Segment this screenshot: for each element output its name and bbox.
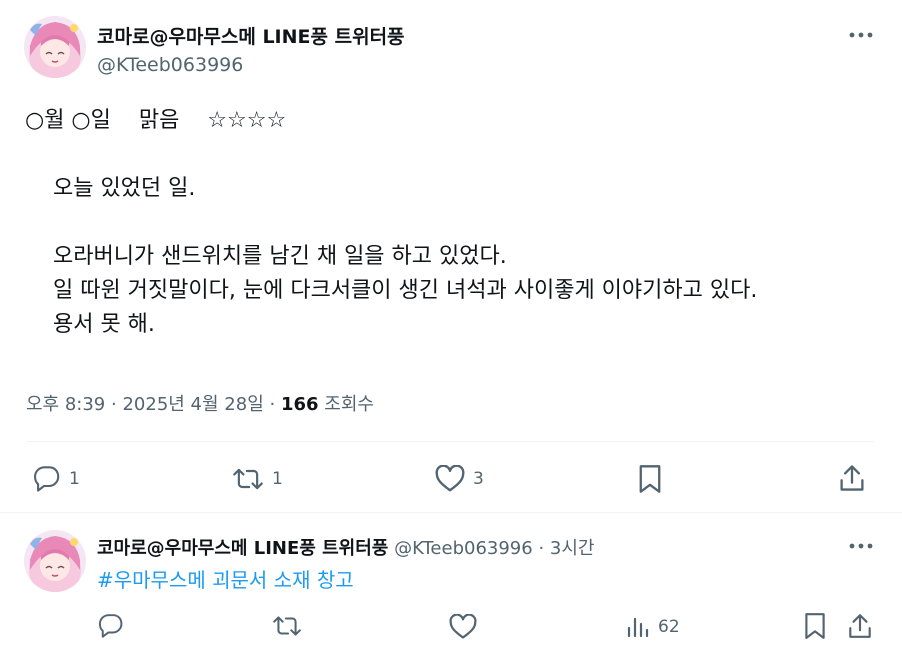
reply-button[interactable] <box>98 613 124 639</box>
reply-age[interactable]: 3시간 <box>550 538 595 559</box>
tweet-meta: 오후 8:39 · 2025년 4월 28일 · 166 조회수 <box>26 390 374 416</box>
views-icon <box>627 617 649 638</box>
reply-count: 1 <box>69 469 80 489</box>
meta-separator: · <box>111 394 117 415</box>
reply-button[interactable]: 1 <box>33 465 80 493</box>
bookmark-icon <box>805 613 825 639</box>
more-button[interactable] <box>846 536 876 556</box>
like-button[interactable] <box>449 614 477 640</box>
author-name[interactable]: 코마로@우마무스메 LINE풍 트위터풍 <box>97 538 388 559</box>
retweet-button[interactable]: 1 <box>232 465 283 493</box>
avatar-image <box>24 16 86 78</box>
retweet-icon <box>273 616 301 636</box>
retweet-button[interactable] <box>272 613 302 639</box>
bookmark-button[interactable] <box>638 464 662 494</box>
retweet-count: 1 <box>272 469 283 489</box>
meta-separator: · <box>538 538 545 559</box>
tweet-text: ○월 ○일 맑음 ☆☆☆☆ 오늘 있었던 일. 오라버니가 샌드위치를 남긴 채… <box>25 108 758 337</box>
retweet-icon <box>233 468 263 490</box>
views-count: 62 <box>658 617 680 637</box>
views-button[interactable]: 62 <box>626 615 680 639</box>
share-button[interactable] <box>847 612 873 640</box>
avatar[interactable] <box>24 16 86 78</box>
like-icon <box>435 465 465 492</box>
main-post: 코마로@우마무스메 LINE풍 트위터풍 @KTeeb063996 ○월 ○일 … <box>0 0 902 512</box>
views-count: 166 <box>280 394 319 415</box>
reply-icon <box>98 614 123 638</box>
bookmark-button[interactable] <box>804 612 826 640</box>
more-icon <box>849 543 873 549</box>
avatar[interactable] <box>24 530 86 592</box>
reply-header: 코마로@우마무스메 LINE풍 트위터풍 @KTeeb063996 · 3시간 <box>97 534 595 560</box>
views-label: 조회수 <box>324 394 374 415</box>
author-handle[interactable]: @KTeeb063996 <box>97 54 243 76</box>
more-button[interactable] <box>846 25 876 45</box>
tweet-date[interactable]: 2025년 4월 28일 <box>122 394 263 415</box>
author-handle[interactable]: @KTeeb063996 <box>394 538 533 559</box>
like-icon <box>449 614 477 639</box>
share-button[interactable] <box>838 463 866 493</box>
share-icon <box>840 465 864 491</box>
divider <box>26 441 874 442</box>
reply-text[interactable]: #우마무스메 괴문서 소재 창고 <box>97 564 354 593</box>
avatar-image <box>24 530 86 592</box>
more-icon <box>849 32 873 38</box>
post-separator <box>0 512 902 513</box>
like-button[interactable]: 3 <box>435 465 484 493</box>
bookmark-icon <box>639 465 661 493</box>
reply-icon <box>33 466 60 492</box>
like-count: 3 <box>473 469 484 489</box>
share-icon <box>849 614 871 638</box>
meta-separator: · <box>269 394 276 415</box>
tweet-time[interactable]: 오후 8:39 <box>26 394 105 415</box>
author-name[interactable]: 코마로@우마무스메 LINE풍 트위터풍 <box>97 22 405 49</box>
